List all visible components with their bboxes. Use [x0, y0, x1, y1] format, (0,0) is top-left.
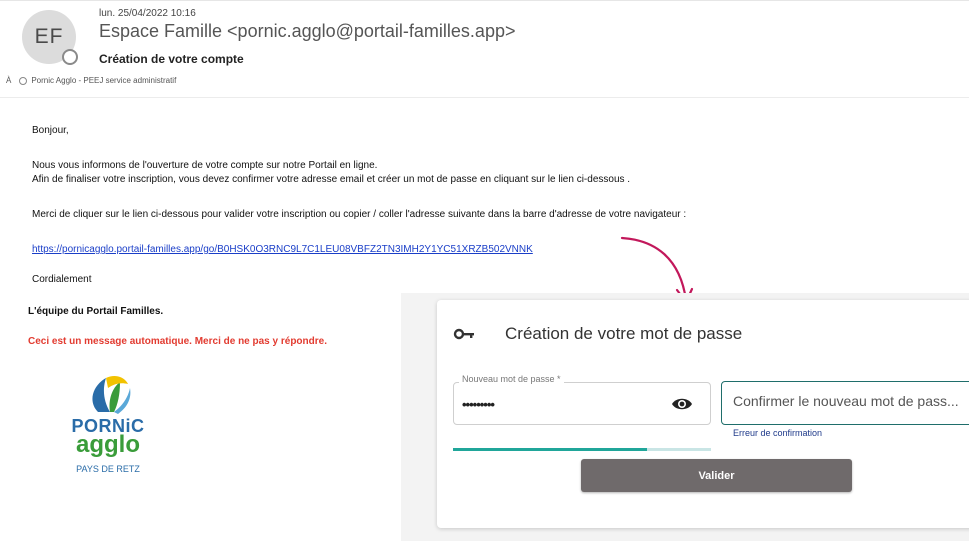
eye-icon[interactable] — [671, 396, 693, 412]
key-icon — [453, 328, 474, 340]
form-title: Création de votre mot de passe — [505, 324, 743, 343]
confirmation-link[interactable]: https://pornicagglo.portail-familles.app… — [32, 244, 533, 255]
new-password-value[interactable]: ••••••••• — [462, 397, 495, 412]
email-date: lun. 25/04/2022 10:16 — [99, 8, 196, 19]
presence-status-icon — [62, 49, 78, 65]
submit-button[interactable]: Valider — [581, 459, 852, 492]
email-recipient[interactable]: Pornic Agglo - PEEJ service administrati… — [31, 76, 176, 85]
email-sender[interactable]: Espace Famille <pornic.agglo@portail-fam… — [99, 21, 515, 42]
recipient-status-icon — [19, 76, 28, 85]
closing: Cordialement — [32, 274, 92, 285]
paragraph-1-line-1: Nous vous informons de l'ouverture de vo… — [32, 160, 378, 171]
pornic-agglo-logo: PORNiC agglo PAYS DE RETZ — [58, 372, 158, 482]
email-recipient-row: À Pornic Agglo - PEEJ service administra… — [6, 76, 176, 85]
password-strength-fill — [453, 448, 647, 451]
avatar-initials: EF — [34, 25, 64, 48]
logo-text-agglo: agglo — [76, 431, 140, 458]
to-prefix: À — [6, 76, 12, 85]
paragraph-2: Merci de cliquer sur le lien ci-dessous … — [32, 209, 687, 220]
top-border — [0, 0, 969, 1]
auto-message-warning: Ceci est un message automatique. Merci d… — [28, 336, 327, 347]
team-signature: L'équipe du Portail Familles. — [28, 306, 164, 317]
logo-emblem-icon — [92, 376, 131, 414]
confirm-error-message: Erreur de confirmation — [733, 428, 823, 438]
greeting: Bonjour, — [32, 125, 69, 136]
new-password-label: Nouveau mot de passe * — [459, 374, 564, 384]
confirm-password-placeholder[interactable]: Confirmer le nouveau mot de pass... — [733, 393, 959, 409]
header-divider — [0, 97, 969, 98]
email-subject: Création de votre compte — [99, 52, 244, 66]
logo-text-pays-de-retz: PAYS DE RETZ — [76, 464, 140, 474]
paragraph-1-line-2: Afin de finaliser votre inscription, vou… — [32, 174, 631, 185]
